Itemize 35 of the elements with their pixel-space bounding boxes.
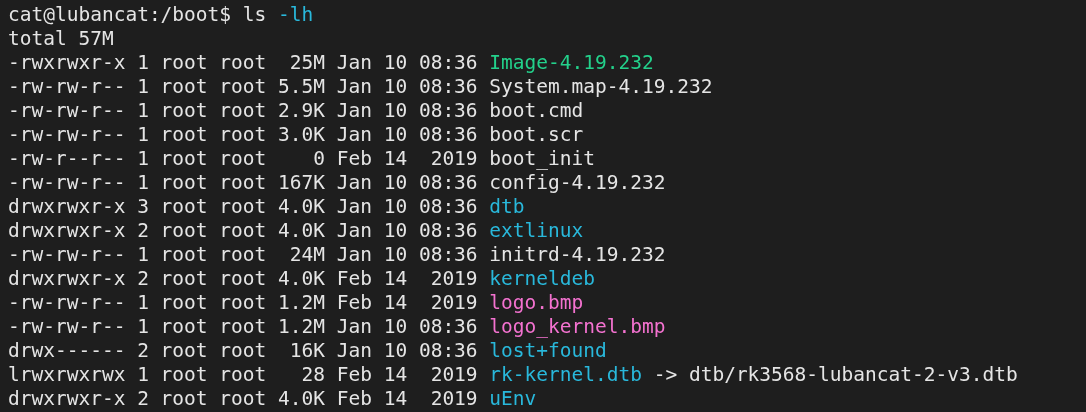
command-text: ls xyxy=(242,2,267,26)
file-details: -rw-rw-r-- 1 root root 3.0K Jan 10 08:36 xyxy=(8,122,478,146)
file-name: kerneldeb xyxy=(489,266,595,290)
file-details: -rw-rw-r-- 1 root root 2.9K Jan 10 08:36 xyxy=(8,98,478,122)
file-details: -rw-rw-r-- 1 root root 24M Jan 10 08:36 xyxy=(8,242,478,266)
file-name: config-4.19.232 xyxy=(489,170,666,194)
file-name: boot.cmd xyxy=(489,98,584,122)
file-details: drwxrwxr-x 2 root root 4.0K Feb 14 2019 xyxy=(8,386,478,410)
file-name: boot_init xyxy=(489,146,595,170)
link-target: -> dtb/rk3568-lubancat-2-v3.dtb xyxy=(653,362,1018,386)
file-details: -rw-rw-r-- 1 root root 5.5M Jan 10 08:36 xyxy=(8,74,478,98)
total-size: total 57M xyxy=(8,26,114,50)
file-details: -rw-rw-r-- 1 root root 1.2M Feb 14 2019 xyxy=(8,290,478,314)
file-name: dtb xyxy=(489,194,525,218)
file-name: logo_kernel.bmp xyxy=(489,314,666,338)
file-details: lrwxrwxrwx 1 root root 28 Feb 14 2019 xyxy=(8,362,478,386)
file-name: uEnv xyxy=(489,386,537,410)
file-details: drwxrwxr-x 3 root root 4.0K Jan 10 08:36 xyxy=(8,194,478,218)
file-details: -rwxrwxr-x 1 root root 25M Jan 10 08:36 xyxy=(8,50,478,74)
file-name: initrd-4.19.232 xyxy=(489,242,666,266)
file-name: logo.bmp xyxy=(489,290,584,314)
file-name: Image-4.19.232 xyxy=(489,50,654,74)
file-name: extlinux xyxy=(489,218,584,242)
file-name: System.map-4.19.232 xyxy=(489,74,713,98)
file-details: -rw-rw-r-- 1 root root 1.2M Jan 10 08:36 xyxy=(8,314,478,338)
file-details: -rw-r--r-- 1 root root 0 Feb 14 2019 xyxy=(8,146,478,170)
file-name: rk-kernel.dtb xyxy=(489,362,642,386)
shell-prompt: cat@lubancat:/boot$ xyxy=(8,2,232,26)
command-option: -lh xyxy=(278,2,314,26)
file-details: drwx------ 2 root root 16K Jan 10 08:36 xyxy=(8,338,478,362)
file-details: -rw-rw-r-- 1 root root 167K Jan 10 08:36 xyxy=(8,170,478,194)
file-details: drwxrwxr-x 2 root root 4.0K Feb 14 2019 xyxy=(8,266,478,290)
file-details: drwxrwxr-x 2 root root 4.0K Jan 10 08:36 xyxy=(8,218,478,242)
file-name: lost+found xyxy=(489,338,607,362)
file-name: boot.scr xyxy=(489,122,584,146)
